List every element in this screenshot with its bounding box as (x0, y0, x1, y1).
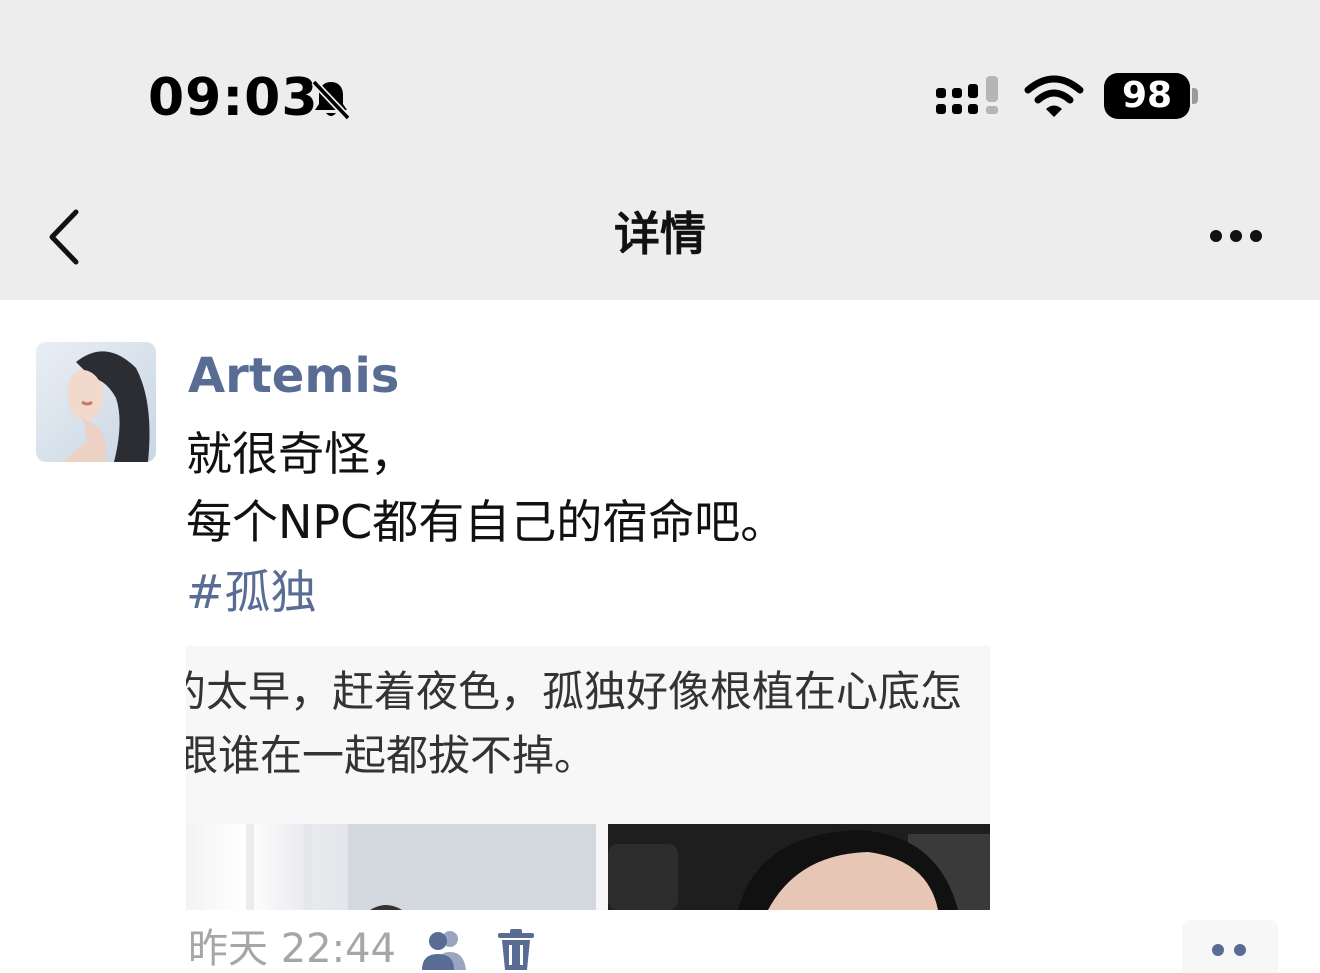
post-line: 每个NPC都有自己的宿命吧。 (186, 495, 787, 549)
battery-nub (1192, 88, 1198, 104)
shared-card-image (186, 824, 596, 910)
friends-visibility-icon[interactable] (420, 928, 468, 972)
shared-card-image (608, 824, 990, 910)
header-area: 09:03 98 详情 (0, 0, 1320, 300)
shared-card-line: 的太早，赶着夜色，孤独好像根植在心底怎 (186, 667, 963, 716)
hashtag-link[interactable]: #孤独 (186, 558, 317, 626)
post-content: 就很奇怪， 每个NPC都有自己的宿命吧。 (186, 420, 786, 556)
post-time: 昨天 22:44 (188, 926, 396, 972)
trash-icon[interactable] (496, 928, 536, 972)
cellular-signal-icon (936, 76, 998, 114)
more-icon[interactable] (1196, 210, 1276, 260)
avatar[interactable] (36, 342, 156, 462)
nav-bar: 详情 (0, 160, 1320, 300)
page-title: 详情 (614, 207, 706, 261)
post-detail: Artemis 就很奇怪， 每个NPC都有自己的宿命吧。 #孤独 的太早，赶着夜… (0, 300, 1320, 973)
post-line: 就很奇怪， (186, 427, 416, 481)
wifi-icon (1024, 75, 1084, 117)
author-name[interactable]: Artemis (188, 346, 399, 406)
comment-action-icon[interactable] (1182, 920, 1278, 973)
status-bar: 09:03 98 (0, 0, 1320, 160)
shared-card[interactable]: 的太早，赶着夜色，孤独好像根植在心底怎 跟谁在一起都拔不掉。 (186, 646, 990, 910)
bell-off-icon (311, 79, 351, 121)
shared-card-text: 的太早，赶着夜色，孤独好像根植在心底怎 跟谁在一起都拔不掉。 (186, 660, 990, 788)
shared-card-line: 跟谁在一起都拔不掉。 (186, 731, 597, 780)
status-time: 09:03 (148, 68, 319, 128)
battery-icon: 98 (1104, 73, 1190, 119)
